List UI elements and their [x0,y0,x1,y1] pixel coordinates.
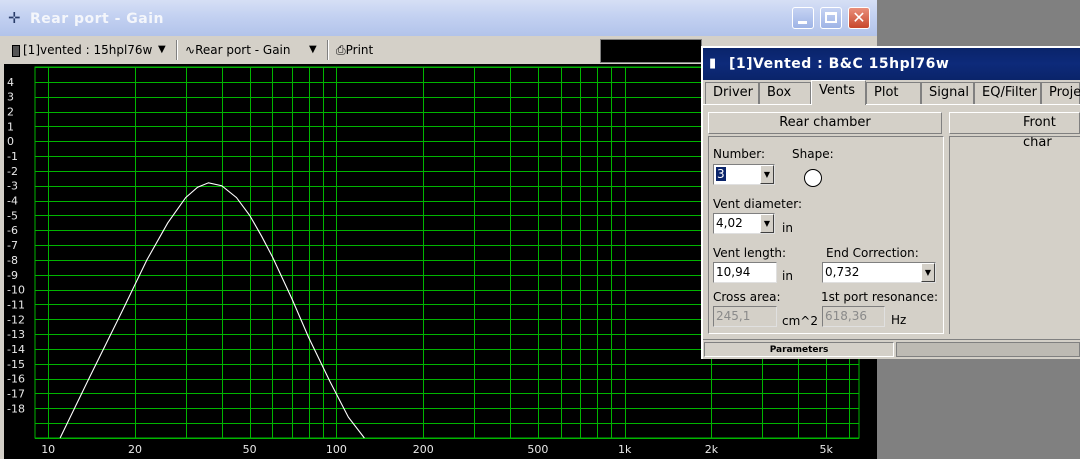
toolbar-separator [327,40,329,60]
tab-eq-filter[interactable]: EQ/Filter [974,82,1041,104]
number-value: 3 [716,167,726,181]
end-correction-value: 0,732 [825,265,860,279]
y-tick-label: 0 [7,135,14,148]
circle-shape-icon[interactable] [804,169,822,187]
waveform-icon: ∿ [185,43,196,57]
y-tick-label: -9 [7,269,18,282]
number-label: Number: [713,147,766,161]
y-tick-label: -14 [7,343,25,356]
vent-diameter-value: 4,02 [716,216,743,230]
vented-parameters-window: ▮ [1]Vented : B&C 15hpl76w Driver Box Ve… [701,46,1080,359]
tab-vents[interactable]: Vents [811,80,866,105]
close-button[interactable]: ✕ [848,7,870,29]
tab-divider [703,104,1080,105]
x-tick-label: 2k [705,443,719,456]
y-tick-label: -6 [7,224,18,237]
front-chamber-header[interactable]: Front char [949,112,1080,150]
close-icon: ✕ [852,8,866,27]
tab-signal[interactable]: Signal [921,82,974,104]
project-selector-label: [1]vented : 15hpl76w [23,43,153,57]
shape-label: Shape: [792,147,834,161]
toolbar-separator [176,40,178,60]
y-tick-label: -15 [7,358,25,371]
vent-length-input[interactable]: 10,94 [713,262,777,283]
crosshair-icon: ✛ [8,9,21,27]
status-bar: Parameters [703,339,1080,359]
x-tick-label: 500 [527,443,548,456]
tab-driver[interactable]: Driver [705,82,759,104]
x-tick-label: 1k [618,443,632,456]
y-tick-label: 1 [7,120,14,133]
main-window-title: Rear port - Gain [30,11,164,27]
vent-diameter-unit: in [782,221,793,235]
minimize-icon [798,21,807,24]
y-tick-label: -4 [7,195,18,208]
vent-diameter-label: Vent diameter: [713,197,803,211]
vent-window-title: [1]Vented : B&C 15hpl76w [729,56,950,72]
x-tick-label: 20 [128,443,142,456]
y-tick-label: 2 [7,106,14,119]
number-select[interactable]: 3 ▼ [713,164,775,185]
project-icon: ▮ [709,56,717,71]
cross-area-unit: cm^2 [782,314,818,328]
y-tick-label: 3 [7,91,14,104]
y-tick-label: -16 [7,373,25,386]
y-tick-label: -18 [7,402,25,415]
cross-area-label: Cross area: [713,290,781,304]
tab-project[interactable]: Proje [1041,82,1080,104]
port-resonance-field: 618,36 [822,306,885,327]
project-dropdown-arrow-icon[interactable]: ▼ [158,40,166,60]
vent-length-unit: in [782,269,793,283]
end-correction-label: End Correction: [826,246,919,260]
y-tick-label: -17 [7,387,25,400]
vent-title-bar[interactable]: ▮ [1]Vented : B&C 15hpl76w [703,48,1080,80]
rear-chamber-header[interactable]: Rear chamber [708,112,942,134]
x-tick-label: 5k [819,443,833,456]
gain-curve [59,182,365,439]
y-tick-label: -11 [7,298,25,311]
main-title-bar[interactable]: ✛ Rear port - Gain ✕ [0,0,877,36]
chevron-down-icon[interactable]: ▼ [760,214,774,233]
chevron-down-icon[interactable]: ▼ [760,165,774,184]
y-tick-label: -7 [7,239,18,252]
project-selector[interactable]: [1]vented : 15hpl76w [12,40,152,60]
readout-box [600,39,702,63]
y-tick-label: 4 [7,76,14,89]
x-tick-label: 200 [413,443,434,456]
minimize-button[interactable] [792,7,814,29]
port-resonance-label: 1st port resonance: [821,290,939,304]
end-correction-select[interactable]: 0,732 ▼ [822,262,936,283]
y-tick-label: -8 [7,254,18,267]
vent-diameter-select[interactable]: 4,02 ▼ [713,213,775,234]
y-tick-label: -2 [7,165,18,178]
y-tick-label: -5 [7,209,18,222]
y-tick-label: -12 [7,313,25,326]
x-tick-label: 50 [243,443,257,456]
tab-plot[interactable]: Plot [866,82,921,104]
cross-area-field: 245,1 [713,306,777,327]
port-resonance-unit: Hz [891,313,907,327]
tab-box[interactable]: Box [759,82,811,104]
chevron-down-icon[interactable]: ▼ [921,263,935,282]
tab-strip: Driver Box Vents Plot Signal EQ/Filter P… [703,80,1080,105]
maximize-button[interactable] [820,7,842,29]
project-icon [12,44,20,57]
status-parameters: Parameters [704,342,894,357]
plot-dropdown-arrow-icon[interactable]: ▼ [309,40,317,60]
y-tick-label: -1 [7,150,18,163]
y-tick-label: -13 [7,328,25,341]
maximize-icon [825,12,837,23]
print-button[interactable]: ⎙Print [336,40,373,60]
plot-selector-label: Rear port - Gain [195,43,291,57]
x-tick-label: 10 [41,443,55,456]
y-tick-label: -3 [7,180,18,193]
vent-length-label: Vent length: [713,246,787,260]
status-progress [896,342,1080,357]
print-label: Print [345,43,374,57]
printer-icon: ⎙ [336,43,346,57]
y-tick-label: -10 [7,284,25,297]
plot-selector[interactable]: ∿Rear port - Gain [185,40,291,60]
x-tick-label: 100 [326,443,347,456]
front-chamber-panel [949,136,1080,334]
